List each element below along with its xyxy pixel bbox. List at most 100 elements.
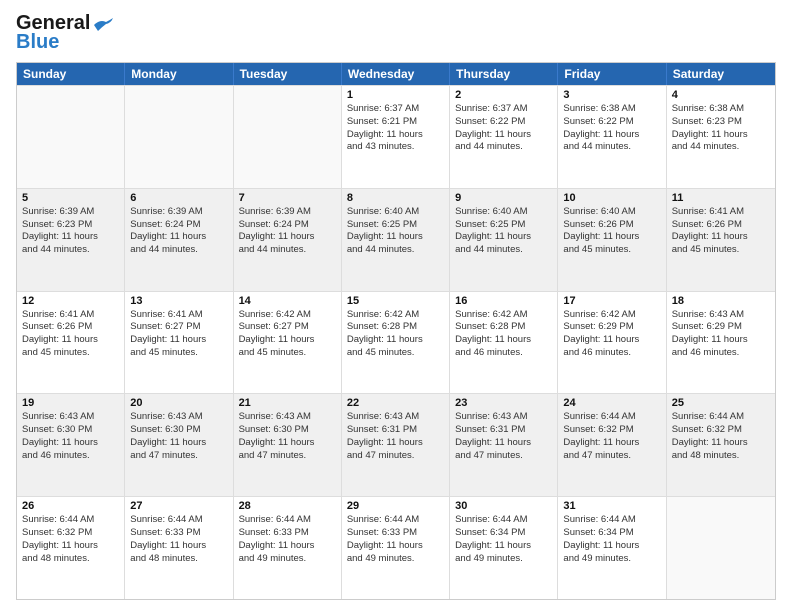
day-cell-28: 28Sunrise: 6:44 AM Sunset: 6:33 PM Dayli…: [234, 497, 342, 599]
day-cell-7: 7 Sunrise: 6:39 AM Sunset: 6:24 PM Daylig…: [234, 189, 342, 291]
day-info: Sunrise: 6:41 AM Sunset: 6:26 PM Dayligh…: [22, 309, 119, 360]
day-number: 17: [563, 295, 660, 307]
calendar-header: SundayMondayTuesdayWednesdayThursdayFrid…: [17, 63, 775, 85]
header-cell-tuesday: Tuesday: [234, 63, 342, 85]
day-number: 29: [347, 500, 444, 512]
day-number: 3: [563, 89, 660, 101]
empty-cell: [234, 86, 342, 188]
day-number: 23: [455, 397, 552, 409]
day-cell-23: 23 Sunrise: 6:43 AM Sunset: 6:31 PM Dayli…: [450, 394, 558, 496]
day-number: 1: [347, 89, 444, 101]
empty-cell: [17, 86, 125, 188]
header-cell-sunday: Sunday: [17, 63, 125, 85]
day-number: 19: [22, 397, 119, 409]
day-info: Sunrise: 6:39 AM Sunset: 6:24 PM Dayligh…: [130, 206, 227, 257]
calendar-row-3: 12 Sunrise: 6:41 AM Sunset: 6:26 PM Dayli…: [17, 291, 775, 394]
day-cell-11: 11 Sunrise: 6:41 AM Sunset: 6:26 PM Dayli…: [667, 189, 775, 291]
day-number: 24: [563, 397, 660, 409]
day-number: 7: [239, 192, 336, 204]
day-info: Sunrise: 6:43 AM Sunset: 6:31 PM Dayligh…: [455, 411, 552, 462]
header-cell-wednesday: Wednesday: [342, 63, 450, 85]
day-cell-12: 12 Sunrise: 6:41 AM Sunset: 6:26 PM Dayli…: [17, 292, 125, 394]
day-info: Sunrise: 6:42 AM Sunset: 6:29 PM Dayligh…: [563, 309, 660, 360]
day-info: Sunrise: 6:39 AM Sunset: 6:24 PM Dayligh…: [239, 206, 336, 257]
day-number: 11: [672, 192, 770, 204]
day-cell-17: 17 Sunrise: 6:42 AM Sunset: 6:29 PM Dayli…: [558, 292, 666, 394]
day-info: Sunrise: 6:43 AM Sunset: 6:30 PM Dayligh…: [130, 411, 227, 462]
day-cell-5: 5 Sunrise: 6:39 AM Sunset: 6:23 PM Daylig…: [17, 189, 125, 291]
day-number: 9: [455, 192, 552, 204]
header-cell-monday: Monday: [125, 63, 233, 85]
day-number: 25: [672, 397, 770, 409]
day-info: Sunrise: 6:39 AM Sunset: 6:23 PM Dayligh…: [22, 206, 119, 257]
day-number: 10: [563, 192, 660, 204]
day-cell-19: 19Sunrise: 6:43 AM Sunset: 6:30 PM Dayli…: [17, 394, 125, 496]
day-info: Sunrise: 6:44 AM Sunset: 6:34 PM Dayligh…: [563, 514, 660, 565]
logo: General Blue: [16, 12, 114, 54]
day-cell-14: 14Sunrise: 6:42 AM Sunset: 6:27 PM Dayli…: [234, 292, 342, 394]
day-info: Sunrise: 6:37 AM Sunset: 6:22 PM Dayligh…: [455, 103, 552, 154]
day-cell-9: 9Sunrise: 6:40 AM Sunset: 6:25 PM Daylig…: [450, 189, 558, 291]
day-info: Sunrise: 6:44 AM Sunset: 6:33 PM Dayligh…: [347, 514, 444, 565]
day-info: Sunrise: 6:37 AM Sunset: 6:21 PM Dayligh…: [347, 103, 444, 154]
day-cell-10: 10 Sunrise: 6:40 AM Sunset: 6:26 PM Dayli…: [558, 189, 666, 291]
day-cell-27: 27 Sunrise: 6:44 AM Sunset: 6:33 PM Dayli…: [125, 497, 233, 599]
day-cell-22: 22 Sunrise: 6:43 AM Sunset: 6:31 PM Dayli…: [342, 394, 450, 496]
header: General Blue: [16, 12, 776, 54]
day-cell-13: 13 Sunrise: 6:41 AM Sunset: 6:27 PM Dayli…: [125, 292, 233, 394]
day-cell-31: 31 Sunrise: 6:44 AM Sunset: 6:34 PM Dayli…: [558, 497, 666, 599]
day-info: Sunrise: 6:43 AM Sunset: 6:29 PM Dayligh…: [672, 309, 770, 360]
logo-blue: Blue: [16, 31, 59, 54]
header-cell-thursday: Thursday: [450, 63, 558, 85]
day-cell-29: 29 Sunrise: 6:44 AM Sunset: 6:33 PM Dayli…: [342, 497, 450, 599]
calendar-body: 1 Sunrise: 6:37 AM Sunset: 6:21 PM Daylig…: [17, 85, 775, 599]
day-cell-4: 4 Sunrise: 6:38 AM Sunset: 6:23 PM Daylig…: [667, 86, 775, 188]
day-info: Sunrise: 6:41 AM Sunset: 6:26 PM Dayligh…: [672, 206, 770, 257]
day-number: 12: [22, 295, 119, 307]
day-cell-20: 20 Sunrise: 6:43 AM Sunset: 6:30 PM Dayli…: [125, 394, 233, 496]
day-cell-16: 16 Sunrise: 6:42 AM Sunset: 6:28 PM Dayli…: [450, 292, 558, 394]
day-number: 28: [239, 500, 336, 512]
day-number: 15: [347, 295, 444, 307]
day-number: 18: [672, 295, 770, 307]
day-info: Sunrise: 6:41 AM Sunset: 6:27 PM Dayligh…: [130, 309, 227, 360]
day-number: 30: [455, 500, 552, 512]
empty-cell: [667, 497, 775, 599]
calendar-row-2: 5 Sunrise: 6:39 AM Sunset: 6:23 PM Daylig…: [17, 188, 775, 291]
day-info: Sunrise: 6:42 AM Sunset: 6:28 PM Dayligh…: [347, 309, 444, 360]
day-cell-8: 8 Sunrise: 6:40 AM Sunset: 6:25 PM Daylig…: [342, 189, 450, 291]
day-cell-6: 6 Sunrise: 6:39 AM Sunset: 6:24 PM Daylig…: [125, 189, 233, 291]
day-number: 20: [130, 397, 227, 409]
day-number: 16: [455, 295, 552, 307]
day-info: Sunrise: 6:38 AM Sunset: 6:23 PM Dayligh…: [672, 103, 770, 154]
day-cell-3: 3Sunrise: 6:38 AM Sunset: 6:22 PM Daylig…: [558, 86, 666, 188]
day-cell-18: 18 Sunrise: 6:43 AM Sunset: 6:29 PM Dayli…: [667, 292, 775, 394]
logo-bird-icon: [92, 17, 114, 33]
day-info: Sunrise: 6:43 AM Sunset: 6:31 PM Dayligh…: [347, 411, 444, 462]
day-cell-21: 21Sunrise: 6:43 AM Sunset: 6:30 PM Dayli…: [234, 394, 342, 496]
day-info: Sunrise: 6:42 AM Sunset: 6:28 PM Dayligh…: [455, 309, 552, 360]
day-number: 26: [22, 500, 119, 512]
day-number: 22: [347, 397, 444, 409]
day-number: 6: [130, 192, 227, 204]
day-number: 8: [347, 192, 444, 204]
day-cell-30: 30 Sunrise: 6:44 AM Sunset: 6:34 PM Dayli…: [450, 497, 558, 599]
day-number: 13: [130, 295, 227, 307]
page: General Blue SundayMondayTuesdayWednesda…: [0, 0, 792, 612]
day-info: Sunrise: 6:44 AM Sunset: 6:32 PM Dayligh…: [563, 411, 660, 462]
day-info: Sunrise: 6:44 AM Sunset: 6:34 PM Dayligh…: [455, 514, 552, 565]
day-cell-26: 26 Sunrise: 6:44 AM Sunset: 6:32 PM Dayli…: [17, 497, 125, 599]
day-info: Sunrise: 6:40 AM Sunset: 6:26 PM Dayligh…: [563, 206, 660, 257]
calendar-row-4: 19 Sunrise: 6:43 AM Sunset: 6:30 PM Dayli…: [17, 393, 775, 496]
day-info: Sunrise: 6:44 AM Sunset: 6:33 PM Dayligh…: [130, 514, 227, 565]
day-info: Sunrise: 6:40 AM Sunset: 6:25 PM Dayligh…: [347, 206, 444, 257]
day-number: 31: [563, 500, 660, 512]
day-cell-15: 15 Sunrise: 6:42 AM Sunset: 6:28 PM Dayli…: [342, 292, 450, 394]
day-number: 27: [130, 500, 227, 512]
day-number: 2: [455, 89, 552, 101]
day-number: 4: [672, 89, 770, 101]
day-info: Sunrise: 6:44 AM Sunset: 6:32 PM Dayligh…: [22, 514, 119, 565]
header-cell-saturday: Saturday: [667, 63, 775, 85]
day-number: 5: [22, 192, 119, 204]
day-number: 21: [239, 397, 336, 409]
